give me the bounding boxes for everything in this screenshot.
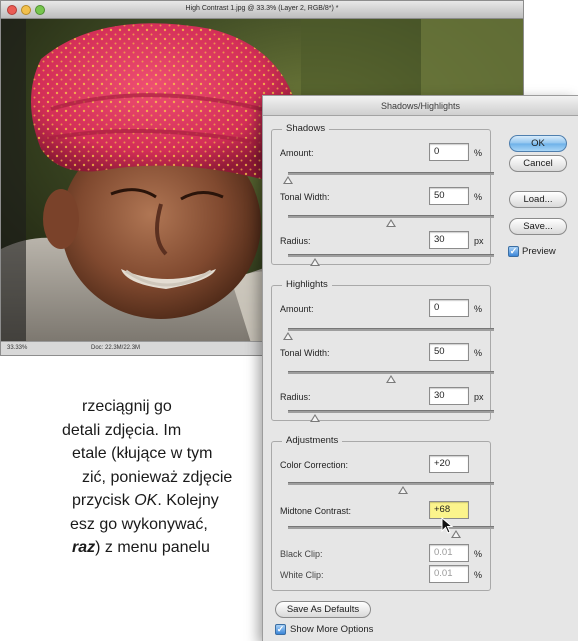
unit-label: %: [474, 348, 483, 358]
color-correction-label: Color Correction:: [280, 460, 349, 470]
text-fragment: ) z menu panelu: [95, 539, 210, 556]
highlights-amount-label: Amount:: [280, 304, 314, 314]
ok-button[interactable]: OK: [509, 135, 567, 152]
text-line: esz go wykonywać,: [70, 515, 208, 533]
highlights-tonal-width-field[interactable]: 50: [429, 343, 469, 361]
highlights-radius-label: Radius:: [280, 392, 311, 402]
midtone-contrast-slider[interactable]: [288, 526, 494, 538]
shadows-radius-label: Radius:: [280, 236, 311, 246]
shadows-amount-slider[interactable]: [283, 172, 494, 184]
dialog-title: Shadows/Highlights: [263, 96, 578, 116]
shadows-tonal-width-field[interactable]: 50: [429, 187, 469, 205]
text-line: detali zdjęcia. Im: [62, 421, 182, 439]
text-fragment: . Kolejny: [157, 492, 219, 509]
unit-label: %: [474, 570, 483, 580]
preview-checkbox[interactable]: ✓: [508, 246, 519, 257]
adjustments-legend: Adjustments: [282, 435, 343, 446]
mouse-pointer-icon: [441, 517, 454, 534]
slider-thumb[interactable]: [398, 486, 408, 494]
unit-label: %: [474, 304, 483, 314]
unit-label: %: [474, 192, 483, 202]
adjustments-group: Adjustments Color Correction: +20 Midton…: [271, 435, 494, 591]
shadows-legend: Shadows: [282, 123, 330, 134]
highlights-amount-field[interactable]: 0: [429, 299, 469, 317]
text-fragment: przycisk: [72, 492, 135, 509]
unit-label: %: [474, 148, 483, 158]
show-more-options-checkbox[interactable]: ✓: [275, 624, 286, 635]
show-more-options-label: Show More Options: [290, 624, 374, 635]
doc-size-readout: Doc: 22.3M/22.3M: [91, 345, 141, 351]
highlights-legend: Highlights: [282, 279, 332, 290]
save-as-defaults-button[interactable]: Save As Defaults: [275, 601, 371, 618]
text-emphasis: raz: [72, 539, 96, 556]
slider-thumb[interactable]: [310, 258, 320, 266]
text-line: zić, ponieważ zdjęcie: [82, 468, 233, 486]
document-title: High Contrast 1.jpg @ 33.3% (Layer 2, RG…: [185, 5, 339, 12]
highlights-radius-field[interactable]: 30: [429, 387, 469, 405]
highlights-amount-slider[interactable]: [283, 328, 494, 340]
shadows-tonal-width-label: Tonal Width:: [280, 192, 330, 202]
document-titlebar: High Contrast 1.jpg @ 33.3% (Layer 2, RG…: [1, 1, 523, 19]
text-line: raz) z menu panelu: [0, 536, 290, 560]
white-clip-label: White Clip:: [280, 570, 324, 580]
text-line: etale (kłujące w tym: [72, 445, 213, 462]
save-button[interactable]: Save...: [509, 218, 567, 235]
zoom-readout[interactable]: 33.33%: [7, 345, 27, 351]
color-correction-slider[interactable]: [288, 482, 494, 494]
text-emphasis: OK: [134, 492, 158, 509]
shadows-tonal-width-slider[interactable]: [288, 215, 494, 227]
shadows-group: Shadows Amount: 0 % Tonal Width: 50 % Ra…: [271, 123, 494, 266]
shadows-radius-slider[interactable]: [288, 254, 494, 266]
color-correction-field[interactable]: +20: [429, 455, 469, 473]
cancel-button[interactable]: Cancel: [509, 155, 567, 172]
slider-thumb[interactable]: [283, 176, 293, 184]
slider-thumb[interactable]: [386, 375, 396, 383]
highlights-group: Highlights Amount: 0 % Tonal Width: 50 %…: [271, 279, 494, 422]
text-line: rzeciągnij go: [82, 398, 172, 415]
unit-label: %: [474, 549, 483, 559]
shadows-highlights-dialog: Shadows/Highlights Shadows Amount: 0 % T…: [262, 95, 578, 641]
slider-thumb[interactable]: [310, 414, 320, 422]
preview-label: Preview: [522, 246, 556, 257]
article-text: rzeciągnij go detali zdjęcia. Im etale (…: [0, 395, 290, 560]
shadows-amount-field[interactable]: 0: [429, 143, 469, 161]
white-clip-field[interactable]: 0.01: [429, 565, 469, 583]
load-button[interactable]: Load...: [509, 191, 567, 208]
unit-label: px: [474, 236, 484, 246]
slider-thumb[interactable]: [386, 219, 396, 227]
midtone-contrast-label: Midtone Contrast:: [280, 506, 352, 516]
black-clip-field[interactable]: 0.01: [429, 544, 469, 562]
highlights-tonal-width-slider[interactable]: [288, 371, 494, 383]
black-clip-label: Black Clip:: [280, 549, 323, 559]
highlights-tonal-width-label: Tonal Width:: [280, 348, 330, 358]
unit-label: px: [474, 392, 484, 402]
highlights-radius-slider[interactable]: [288, 410, 494, 422]
shadows-amount-label: Amount:: [280, 148, 314, 158]
slider-thumb[interactable]: [283, 332, 293, 340]
text-line: przycisk OK. Kolejny: [0, 489, 290, 513]
shadows-radius-field[interactable]: 30: [429, 231, 469, 249]
